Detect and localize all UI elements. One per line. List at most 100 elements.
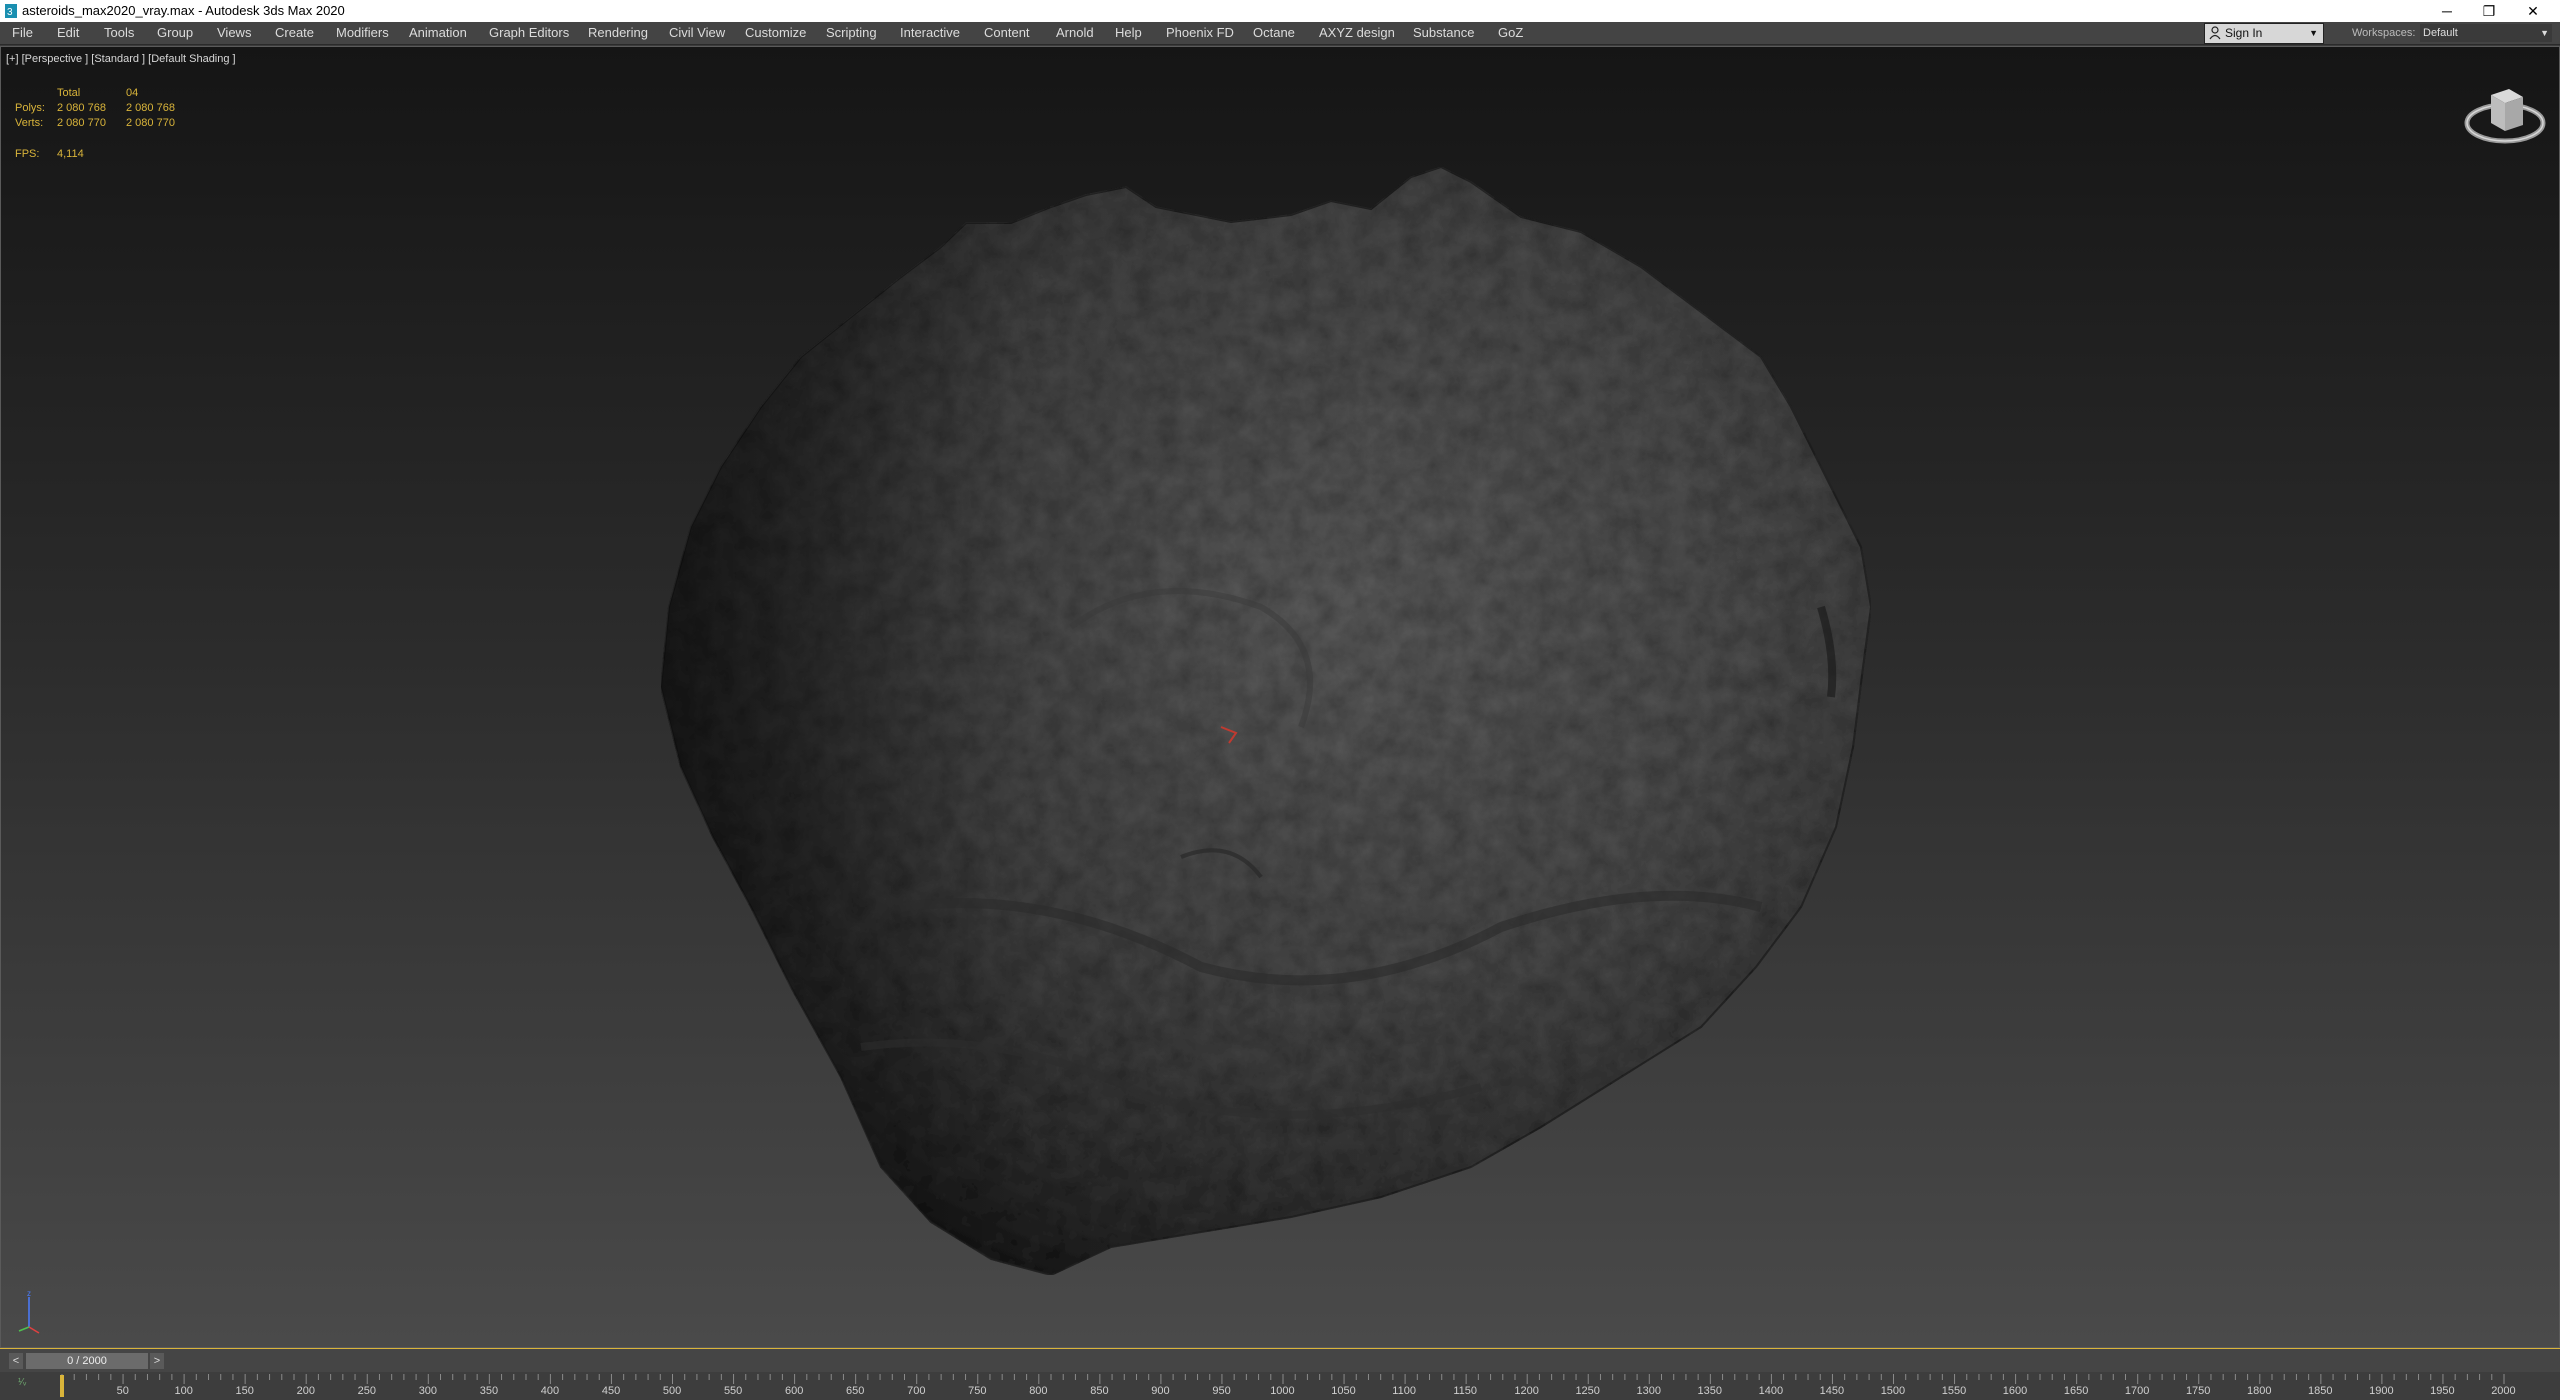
time-slider-next-button[interactable]: > <box>150 1353 164 1369</box>
close-button[interactable]: ✕ <box>2510 0 2556 22</box>
menu-graph-editors[interactable]: Graph Editors <box>489 22 569 44</box>
trackbar-tick-label: 1950 <box>2430 1385 2455 1397</box>
trackbar-tick-label: 300 <box>418 1385 438 1397</box>
menu-scripting[interactable]: Scripting <box>826 22 877 44</box>
trackbar-tick-label: 1650 <box>2063 1385 2089 1397</box>
workspaces-label: Workspaces: <box>2352 27 2416 39</box>
menu-customize[interactable]: Customize <box>745 22 806 44</box>
menu-axyz-design[interactable]: AXYZ design <box>1319 22 1395 44</box>
menu-help[interactable]: Help <box>1115 22 1142 44</box>
trackbar-tick-label: 650 <box>846 1385 865 1397</box>
time-slider-prev-button[interactable]: < <box>9 1353 23 1369</box>
trackbar-tick-label: 1050 <box>1331 1385 1356 1397</box>
svg-text:z: z <box>27 1289 31 1298</box>
trackbar-tick-label: 1900 <box>2369 1385 2394 1397</box>
trackbar-tick-label: 800 <box>1029 1385 1048 1397</box>
trackbar-tick-label: 100 <box>174 1385 193 1397</box>
window-title: asteroids_max2020_vray.max - Autodesk 3d… <box>22 3 345 18</box>
trackbar-tick-label: 1550 <box>1941 1385 1967 1397</box>
time-slider-thumb[interactable]: 0 / 2000 <box>26 1353 148 1369</box>
trackbar-tick-label: 50 <box>116 1385 129 1397</box>
trackbar-tick-label: 1300 <box>1636 1385 1661 1397</box>
user-icon <box>2209 26 2221 40</box>
menu-goz[interactable]: GoZ <box>1498 22 1523 44</box>
current-frame-marker[interactable] <box>60 1375 64 1397</box>
workspaces-value: Default <box>2423 27 2458 39</box>
key-filter-icon[interactable]: ¹⁄ᵥ <box>18 1377 26 1388</box>
title-bar: 3 asteroids_max2020_vray.max - Autodesk … <box>0 0 2560 22</box>
trackbar-tick-label: 1000 <box>1270 1385 1295 1397</box>
menu-content[interactable]: Content <box>984 22 1030 44</box>
trackbar-tick-label: 400 <box>540 1385 560 1397</box>
trackbar-tick-label: 1400 <box>1758 1385 1784 1397</box>
restore-button[interactable]: ❐ <box>2466 0 2512 22</box>
trackbar-tick-label: 1700 <box>2124 1385 2150 1397</box>
viewcube-icon[interactable] <box>2461 73 2549 153</box>
trackbar-tick-label: 1450 <box>1819 1385 1845 1397</box>
trackbar-tick-label: 1250 <box>1575 1385 1600 1397</box>
trackbar-tick-label: 2000 <box>2491 1385 2516 1397</box>
chevron-down-icon: ▼ <box>2309 28 2318 38</box>
sign-in-dropdown[interactable]: Sign In ▼ <box>2204 23 2324 44</box>
menu-phoenix-fd[interactable]: Phoenix FD <box>1166 22 1234 44</box>
stats-fps-label: FPS: <box>15 148 40 160</box>
stats-object-header: 04 <box>126 87 139 99</box>
svg-text:3: 3 <box>7 7 13 18</box>
chevron-down-icon: ▼ <box>2540 28 2549 38</box>
menu-file[interactable]: File <box>12 22 33 44</box>
menu-edit[interactable]: Edit <box>57 22 79 44</box>
menu-modifiers[interactable]: Modifiers <box>336 22 389 44</box>
axis-gizmo-icon: z <box>18 1289 40 1334</box>
menu-tools[interactable]: Tools <box>104 22 134 44</box>
stats-polys-total: 2 080 768 <box>57 102 106 114</box>
stats-polys-label: Polys: <box>15 102 45 114</box>
trackbar-tick-label: 950 <box>1212 1385 1231 1397</box>
sign-in-label: Sign In <box>2225 26 2263 40</box>
menu-group[interactable]: Group <box>157 22 193 44</box>
trackbar-tick-label: 1500 <box>1880 1385 1906 1397</box>
menu-views[interactable]: Views <box>217 22 251 44</box>
stats-polys-object: 2 080 768 <box>126 102 175 114</box>
asteroid-mesh[interactable] <box>1 47 2559 1347</box>
stats-total-header: Total <box>57 87 81 99</box>
menu-civil-view[interactable]: Civil View <box>669 22 725 44</box>
menu-octane[interactable]: Octane <box>1253 22 1295 44</box>
trackbar-tick-label: 1800 <box>2247 1385 2272 1397</box>
trackbar-tick-label: 1750 <box>2185 1385 2211 1397</box>
minimize-button[interactable]: ─ <box>2424 0 2470 22</box>
trackbar-tick-label: 750 <box>968 1385 987 1397</box>
trackbar-tick-label: 350 <box>479 1385 499 1397</box>
stats-verts-total: 2 080 770 <box>57 117 106 129</box>
time-slider[interactable]: < 0 / 2000 > <box>0 1348 2560 1373</box>
menu-interactive[interactable]: Interactive <box>900 22 960 44</box>
menu-rendering[interactable]: Rendering <box>588 22 648 44</box>
menu-substance[interactable]: Substance <box>1413 22 1474 44</box>
trackbar-tick-label: 1150 <box>1453 1385 1477 1397</box>
trackbar-tick-label: 600 <box>785 1385 804 1397</box>
workspaces-dropdown[interactable]: Default ▼ <box>2420 24 2552 42</box>
trackbar-tick-label: 450 <box>601 1385 621 1397</box>
trackbar-tick-label: 250 <box>357 1385 376 1397</box>
trackbar-tick-label: 850 <box>1090 1385 1109 1397</box>
trackbar-tick-label: 150 <box>235 1385 254 1397</box>
trackbar-tick-label: 1200 <box>1514 1385 1539 1397</box>
menu-bar: File Edit Tools Group Views Create Modif… <box>0 22 2560 45</box>
trackbar-tick-label: 1600 <box>2002 1385 2028 1397</box>
trackbar-tick-label: 1350 <box>1697 1385 1723 1397</box>
trackbar-tick-label: 900 <box>1151 1385 1170 1397</box>
trackbar-tick-label: 1850 <box>2308 1385 2333 1397</box>
menu-animation[interactable]: Animation <box>409 22 467 44</box>
trackbar-tick-label: 200 <box>296 1385 315 1397</box>
menu-create[interactable]: Create <box>275 22 314 44</box>
trackbar-tick-label: 1100 <box>1392 1385 1416 1397</box>
trackbar-tick-label: 550 <box>723 1385 743 1397</box>
app-icon: 3 <box>5 4 17 18</box>
viewport-label[interactable]: [+] [Perspective ] [Standard ] [Default … <box>6 53 236 65</box>
trackbar-tick-label: 700 <box>907 1385 926 1397</box>
track-bar[interactable]: ¹⁄ᵥ 50 100 150 200 250 300 350 400 450 500 550 600 6… <box>0 1372 2560 1400</box>
perspective-viewport[interactable]: [+] [Perspective ] [Standard ] [Default … <box>0 46 2560 1348</box>
stats-verts-object: 2 080 770 <box>126 117 175 129</box>
trackbar-tick-label: 500 <box>662 1385 682 1397</box>
stats-fps-value: 4,114 <box>57 148 84 160</box>
menu-arnold[interactable]: Arnold <box>1056 22 1094 44</box>
